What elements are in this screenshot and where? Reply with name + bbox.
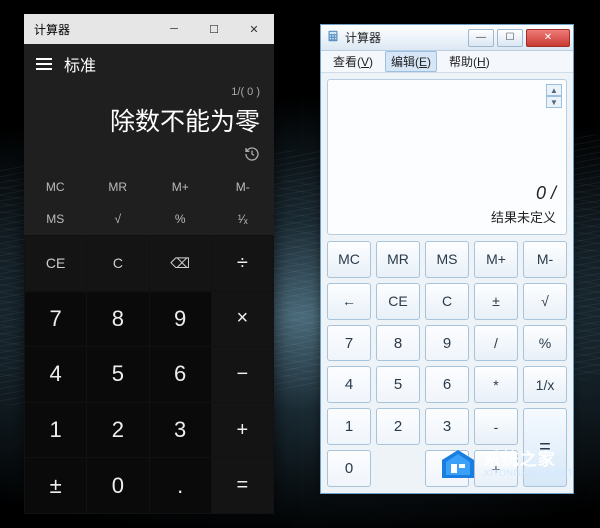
key-0[interactable]: 0 — [87, 458, 148, 513]
calculator-icon — [327, 30, 339, 45]
win7-key-M-[interactable]: M- — [523, 241, 567, 278]
minimize-button[interactable]: ─ — [154, 14, 194, 44]
function-row: MS√%¹⁄ₓ — [24, 203, 274, 235]
key-±[interactable]: ± — [25, 458, 86, 513]
win10-keypad: CEC⌫÷ 789× 456− 123+ ±0.= — [24, 235, 274, 514]
win7-keypad: MCMRMSM+M- ←CEC±√ 789/% 456*1/x 123-= 0.+ — [327, 241, 567, 487]
win7-key-MC[interactable]: MC — [327, 241, 371, 278]
win7-value: 0 / — [536, 183, 556, 204]
win10-display: 1/( 0 ) 除数不能为零 — [24, 82, 274, 144]
win10-title: 计算器 — [34, 21, 154, 38]
win7-key-MS[interactable]: MS — [425, 241, 469, 278]
key-⌫[interactable]: ⌫ — [150, 236, 211, 291]
win7-key-/[interactable]: / — [474, 325, 518, 362]
win7-key-7[interactable]: 7 — [327, 325, 371, 362]
win7-key-C[interactable]: C — [425, 283, 469, 320]
key-5[interactable]: 5 — [87, 347, 148, 402]
menu-item[interactable]: 帮助(H) — [443, 51, 496, 72]
win7-key-←[interactable]: ← — [327, 283, 371, 320]
win7-titlebar: 计算器 — ☐ ✕ — [321, 25, 573, 51]
win7-key-0[interactable]: 0 — [327, 450, 371, 487]
win7-title: 计算器 — [345, 29, 468, 46]
win10-calculator-window: 计算器 ─ ☐ ✕ 标准 1/( 0 ) 除数不能为零 MCMRM+M- MS√… — [24, 14, 274, 514]
win7-key-M+[interactable]: M+ — [474, 241, 518, 278]
func-button[interactable]: ¹⁄ₓ — [212, 203, 275, 235]
win7-key-.[interactable]: . — [425, 450, 469, 487]
func-button[interactable]: MS — [24, 203, 87, 235]
win7-key-6[interactable]: 6 — [425, 366, 469, 403]
win7-key-8[interactable]: 8 — [376, 325, 420, 362]
win7-close-button[interactable]: ✕ — [526, 29, 570, 47]
win7-key-±[interactable]: ± — [474, 283, 518, 320]
menu-item[interactable]: 查看(V) — [327, 51, 379, 72]
win7-menubar: 查看(V) 编辑(E) 帮助(H) — [321, 51, 573, 73]
func-button[interactable]: √ — [87, 203, 150, 235]
key-=[interactable]: = — [212, 458, 273, 513]
memory-mr[interactable]: MR — [87, 171, 150, 203]
key-3[interactable]: 3 — [150, 403, 211, 458]
win7-message: 结果未定义 — [491, 207, 556, 226]
spin-buttons[interactable]: ▲ ▼ — [546, 84, 562, 108]
key-÷[interactable]: ÷ — [212, 236, 273, 291]
hamburger-icon[interactable] — [36, 58, 52, 70]
win7-key--[interactable]: - — [474, 408, 518, 445]
key-6[interactable]: 6 — [150, 347, 211, 402]
win7-key-+[interactable]: + — [474, 450, 518, 487]
result-text: 除数不能为零 — [38, 100, 260, 144]
win7-display: ▲ ▼ 0 / 结果未定义 — [327, 79, 567, 235]
win7-minimize-button[interactable]: — — [468, 29, 494, 47]
win7-key-9[interactable]: 9 — [425, 325, 469, 362]
memory-row: MCMRM+M- — [24, 171, 274, 203]
key-.[interactable]: . — [150, 458, 211, 513]
win10-mode-bar: 标准 — [24, 44, 274, 82]
win7-calculator-window: 计算器 — ☐ ✕ 查看(V)编辑(E)帮助(H) ▲ ▼ 0 / 结果未定义 … — [320, 24, 574, 494]
menu-item[interactable]: 编辑(E) — [385, 51, 437, 72]
win7-maximize-button[interactable]: ☐ — [497, 29, 523, 47]
key-+[interactable]: + — [212, 403, 273, 458]
key-9[interactable]: 9 — [150, 292, 211, 347]
spin-down-icon[interactable]: ▼ — [546, 96, 562, 108]
key-CE[interactable]: CE — [25, 236, 86, 291]
win7-key-5[interactable]: 5 — [376, 366, 420, 403]
key-8[interactable]: 8 — [87, 292, 148, 347]
key-7[interactable]: 7 — [25, 292, 86, 347]
win7-key-CE[interactable]: CE — [376, 283, 420, 320]
win7-key-2[interactable]: 2 — [376, 408, 420, 445]
close-button[interactable]: ✕ — [234, 14, 274, 44]
key-4[interactable]: 4 — [25, 347, 86, 402]
spin-up-icon[interactable]: ▲ — [546, 84, 562, 96]
win7-key-√[interactable]: √ — [523, 283, 567, 320]
func-button[interactable]: % — [149, 203, 212, 235]
history-bar — [24, 144, 274, 171]
history-icon[interactable] — [244, 146, 260, 167]
memory-mc[interactable]: MC — [24, 171, 87, 203]
key-C[interactable]: C — [87, 236, 148, 291]
expression-text: 1/( 0 ) — [38, 86, 260, 100]
win7-key-MR[interactable]: MR — [376, 241, 420, 278]
mode-label: 标准 — [64, 52, 96, 76]
win7-key-1/x[interactable]: 1/x — [523, 366, 567, 403]
win7-key-1[interactable]: 1 — [327, 408, 371, 445]
win10-titlebar: 计算器 ─ ☐ ✕ — [24, 14, 274, 44]
memory-mplus[interactable]: M+ — [149, 171, 212, 203]
win7-key-3[interactable]: 3 — [425, 408, 469, 445]
win7-key-*[interactable]: * — [474, 366, 518, 403]
win7-key-%[interactable]: % — [523, 325, 567, 362]
win7-key-=[interactable]: = — [523, 408, 567, 487]
key-2[interactable]: 2 — [87, 403, 148, 458]
key-−[interactable]: − — [212, 347, 273, 402]
maximize-button[interactable]: ☐ — [194, 14, 234, 44]
key-×[interactable]: × — [212, 292, 273, 347]
win7-key-4[interactable]: 4 — [327, 366, 371, 403]
key-1[interactable]: 1 — [25, 403, 86, 458]
memory-mminus[interactable]: M- — [212, 171, 275, 203]
